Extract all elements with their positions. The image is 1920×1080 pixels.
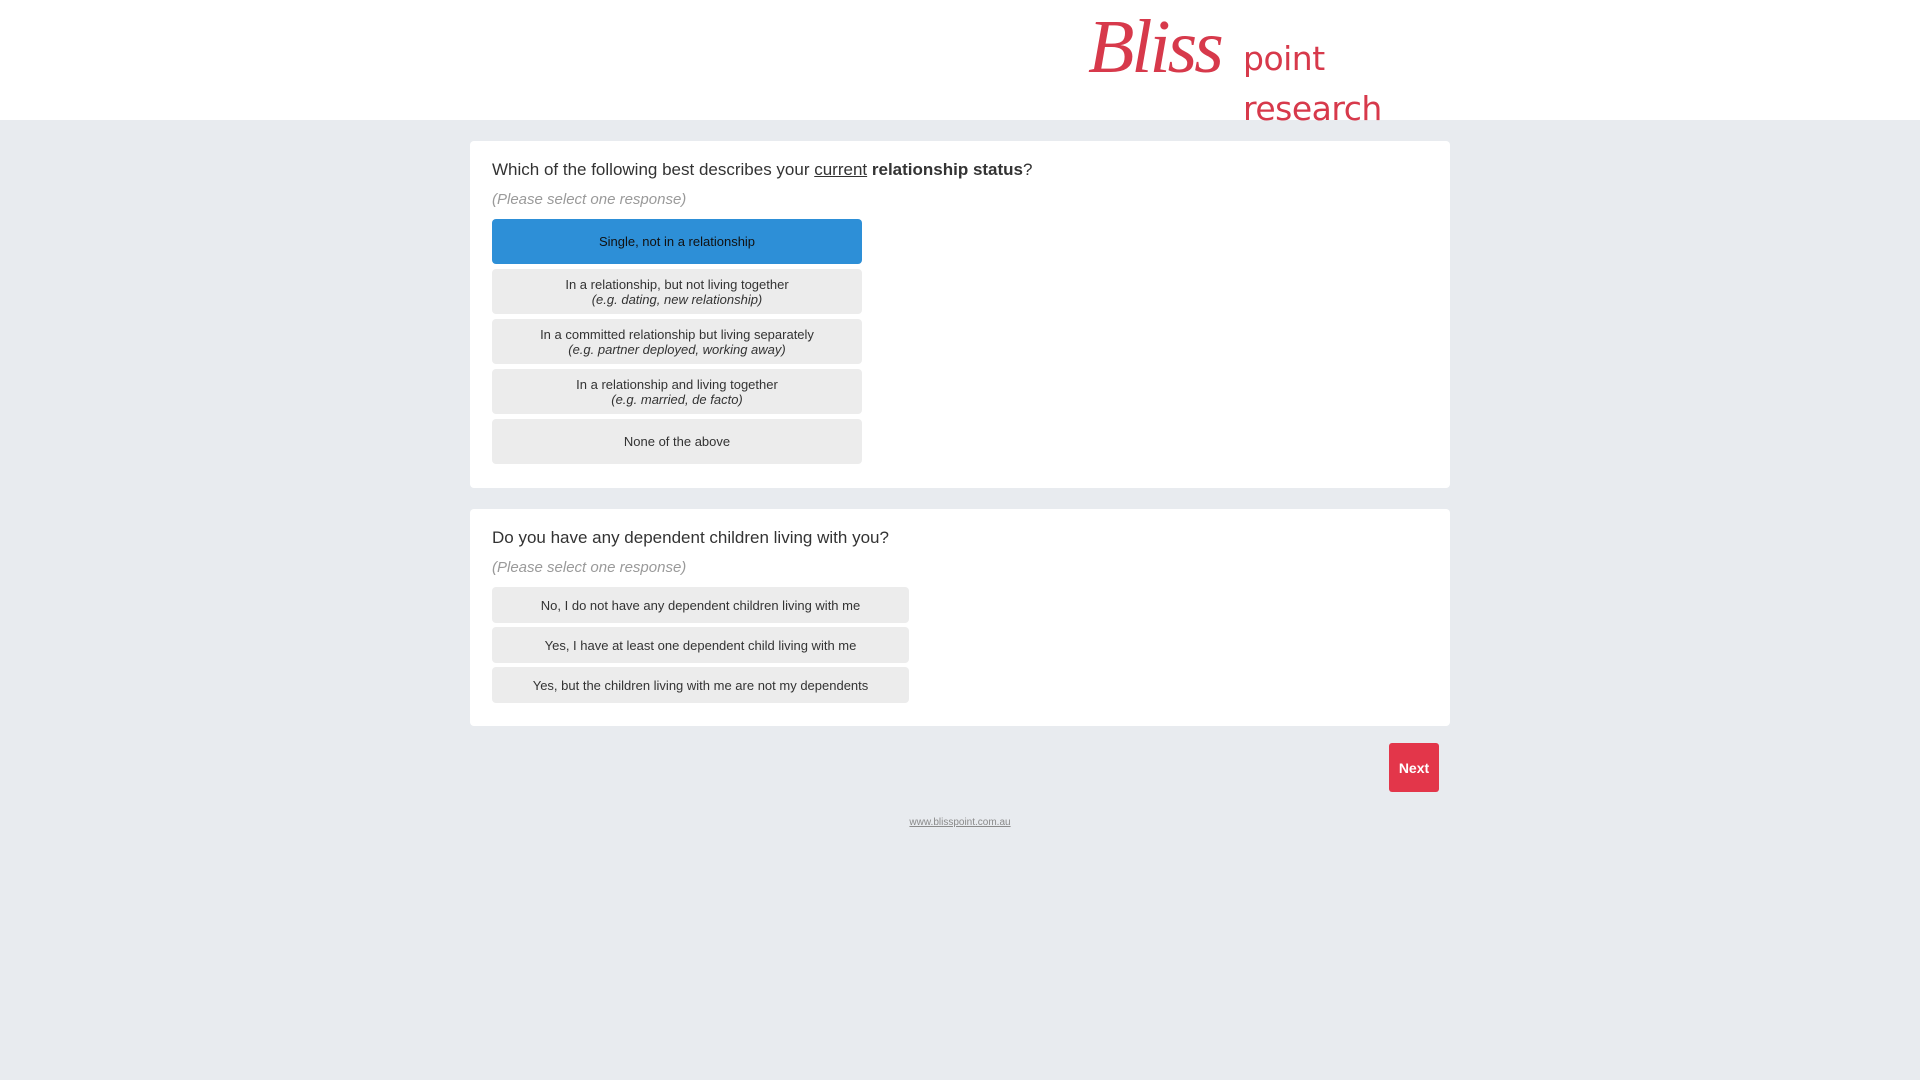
option-has-dependent-child[interactable]: Yes, I have at least one dependent child… bbox=[492, 627, 909, 663]
next-button[interactable]: Next bbox=[1389, 743, 1439, 792]
question-title: Which of the following best describes yo… bbox=[492, 159, 1032, 181]
logo-subtitle: point research bbox=[1243, 39, 1382, 128]
question-text-prefix: Which of the following best describes yo… bbox=[492, 160, 815, 179]
option-label: Yes, I have at least one dependent child… bbox=[544, 637, 857, 653]
option-example: (e.g. dating, new relationship) bbox=[591, 291, 763, 307]
bliss-point-logo: Bliss point research bbox=[1088, 0, 1448, 128]
question-card-relationship: Which of the following best describes yo… bbox=[470, 141, 1450, 488]
question-title: Do you have any dependent children livin… bbox=[492, 528, 889, 547]
page-header: Bliss point research bbox=[0, 0, 1920, 128]
option-single[interactable]: Single, not in a relationship bbox=[492, 219, 862, 264]
option-label: Single, not in a relationship bbox=[598, 234, 756, 249]
option-no-dependent-children[interactable]: No, I do not have any dependent children… bbox=[492, 587, 909, 623]
option-label: Yes, but the children living with me are… bbox=[532, 677, 869, 693]
option-label: In a relationship, but not living togeth… bbox=[565, 276, 789, 292]
option-none-of-the-above[interactable]: None of the above bbox=[492, 419, 862, 464]
option-label: None of the above bbox=[623, 434, 731, 449]
logo-script-text: Bliss bbox=[1088, 5, 1224, 89]
option-label: In a committed relationship but living s… bbox=[540, 326, 814, 342]
option-relationship-not-living-together[interactable]: In a relationship, but not living togeth… bbox=[492, 269, 862, 314]
question-text-underlined: current bbox=[814, 160, 868, 179]
question-hint: (Please select one response) bbox=[492, 191, 687, 208]
option-committed-living-separately[interactable]: In a committed relationship but living s… bbox=[492, 319, 862, 364]
option-example: (e.g. married, de facto) bbox=[611, 391, 743, 407]
option-label: In a relationship and living together bbox=[576, 376, 778, 392]
option-example: (e.g. partner deployed, working away) bbox=[568, 341, 786, 357]
option-relationship-living-together[interactable]: In a relationship and living together (e… bbox=[492, 369, 862, 414]
question-text-bold: relationship status bbox=[871, 160, 1024, 179]
question-hint: (Please select one response) bbox=[492, 559, 687, 576]
option-label: No, I do not have any dependent children… bbox=[540, 597, 861, 613]
question-card-dependent-children: Do you have any dependent children livin… bbox=[470, 509, 1450, 726]
footer-website-link[interactable]: www.blisspoint.com.au bbox=[0, 817, 1920, 828]
question-text-suffix: ? bbox=[1023, 160, 1033, 179]
option-children-not-dependents[interactable]: Yes, but the children living with me are… bbox=[492, 667, 909, 703]
